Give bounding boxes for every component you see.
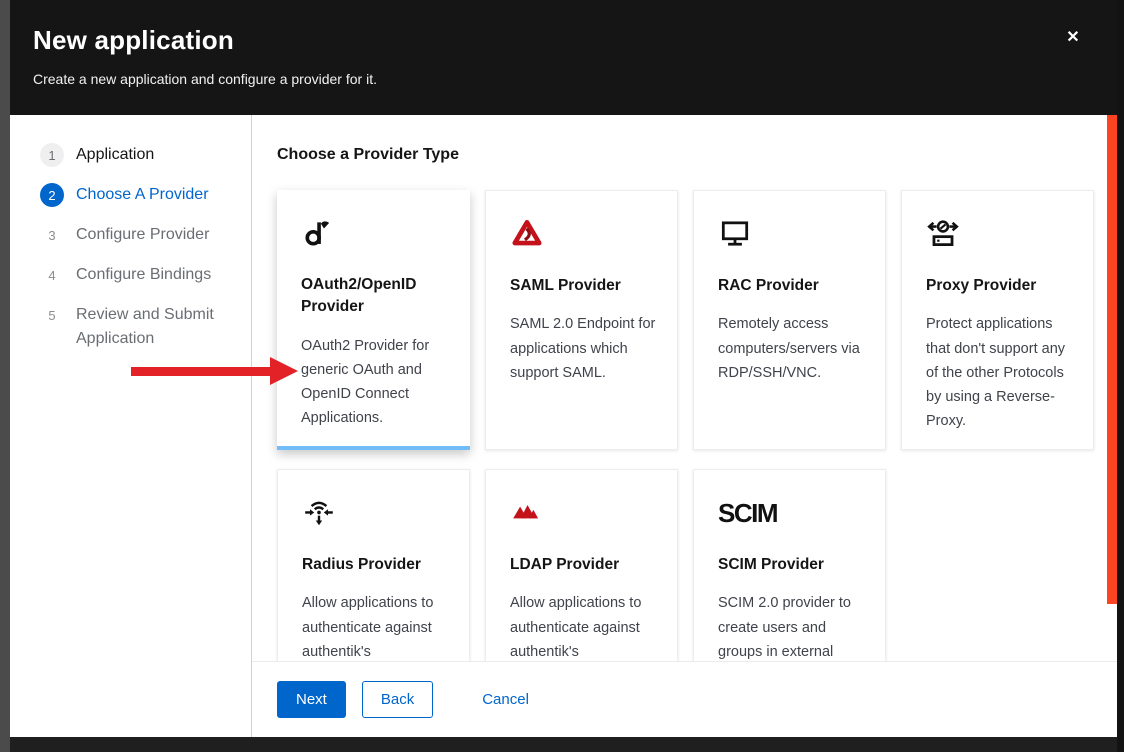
scrollbar-thumb[interactable] (1107, 115, 1117, 604)
provider-cards-grid: OAuth2/OpenID Provider OAuth2 Provider f… (277, 190, 1117, 661)
provider-card-ldap[interactable]: LDAP Provider Allow applications to auth… (485, 469, 678, 661)
scim-logo-icon: SCIM (718, 496, 867, 530)
step-label: Choose A Provider (76, 183, 213, 207)
wizard-body: Choose a Provider Type OAuth2/OpenID Pro… (252, 115, 1117, 661)
step-label: Review and Submit Application (76, 303, 237, 351)
wizard-step-configure-bindings[interactable]: 4 Configure Bindings (40, 263, 237, 287)
provider-card-proxy[interactable]: Proxy Provider Protect applications that… (901, 190, 1094, 450)
wizard-step-application[interactable]: 1 Application (40, 143, 237, 167)
provider-card-description: SCIM 2.0 provider to create users and gr… (718, 591, 867, 661)
provider-card-title: Proxy Provider (926, 275, 1075, 297)
step-label: Application (76, 143, 158, 167)
ldap-mountains-icon (510, 496, 659, 530)
provider-type-heading: Choose a Provider Type (277, 146, 1117, 164)
provider-card-description: SAML 2.0 Endpoint for applications which… (510, 312, 659, 384)
close-icon[interactable]: ✕ (1062, 27, 1084, 49)
step-number: 3 (40, 223, 64, 247)
wizard-step-configure-provider[interactable]: 3 Configure Provider (40, 223, 237, 247)
provider-card-title: Radius Provider (302, 554, 451, 576)
page-backdrop-left (0, 0, 10, 752)
next-button[interactable]: Next (277, 681, 346, 718)
modal-title: New application (33, 25, 1093, 56)
wizard-step-nav: 1 Application 2 Choose A Provider 3 Conf… (10, 115, 252, 737)
openid-icon (301, 216, 452, 250)
provider-card-scim[interactable]: SCIM SCIM Provider SCIM 2.0 provider to … (693, 469, 886, 661)
step-label: Configure Bindings (76, 263, 215, 287)
provider-card-title: SCIM Provider (718, 554, 867, 576)
step-number: 4 (40, 263, 64, 287)
provider-card-title: SAML Provider (510, 275, 659, 297)
back-button[interactable]: Back (362, 681, 433, 718)
step-number: 1 (40, 143, 64, 167)
provider-card-title: OAuth2/OpenID Provider (301, 274, 452, 319)
step-label: Configure Provider (76, 223, 213, 247)
provider-card-oauth2-openid[interactable]: OAuth2/OpenID Provider OAuth2 Provider f… (277, 190, 470, 450)
provider-card-saml[interactable]: SAML Provider SAML 2.0 Endpoint for appl… (485, 190, 678, 450)
saml-icon (510, 217, 659, 251)
radius-icon (302, 496, 451, 530)
modal-header: New application Create a new application… (10, 0, 1117, 115)
provider-card-rac[interactable]: RAC Provider Remotely access computers/s… (693, 190, 886, 450)
wizard-step-review-submit[interactable]: 5 Review and Submit Application (40, 303, 237, 351)
new-application-wizard-modal: New application Create a new application… (10, 0, 1117, 737)
wizard-footer: Next Back Cancel (252, 661, 1117, 737)
scim-logo-text: SCIM (718, 498, 777, 529)
provider-card-description: Allow applications to authenticate again… (510, 591, 659, 661)
step-number: 5 (40, 303, 64, 327)
page-backdrop-right (1117, 0, 1124, 752)
provider-card-title: LDAP Provider (510, 554, 659, 576)
cancel-button[interactable]: Cancel (478, 681, 533, 718)
provider-card-description: Remotely access computers/servers via RD… (718, 312, 867, 384)
wizard-step-choose-provider[interactable]: 2 Choose A Provider (40, 183, 237, 207)
provider-card-description: OAuth2 Provider for generic OAuth and Op… (301, 334, 452, 430)
proxy-icon (926, 217, 1075, 251)
provider-card-description: Protect applications that don't support … (926, 312, 1075, 432)
provider-card-title: RAC Provider (718, 275, 867, 297)
modal-subtitle: Create a new application and configure a… (33, 71, 1093, 87)
provider-card-description: Allow applications to authenticate again… (302, 591, 451, 661)
rac-monitor-icon (718, 217, 867, 251)
step-number: 2 (40, 183, 64, 207)
provider-card-radius[interactable]: Radius Provider Allow applications to au… (277, 469, 470, 661)
wizard-main: 1 Application 2 Choose A Provider 3 Conf… (10, 115, 1117, 737)
wizard-content: Choose a Provider Type OAuth2/OpenID Pro… (252, 115, 1117, 737)
